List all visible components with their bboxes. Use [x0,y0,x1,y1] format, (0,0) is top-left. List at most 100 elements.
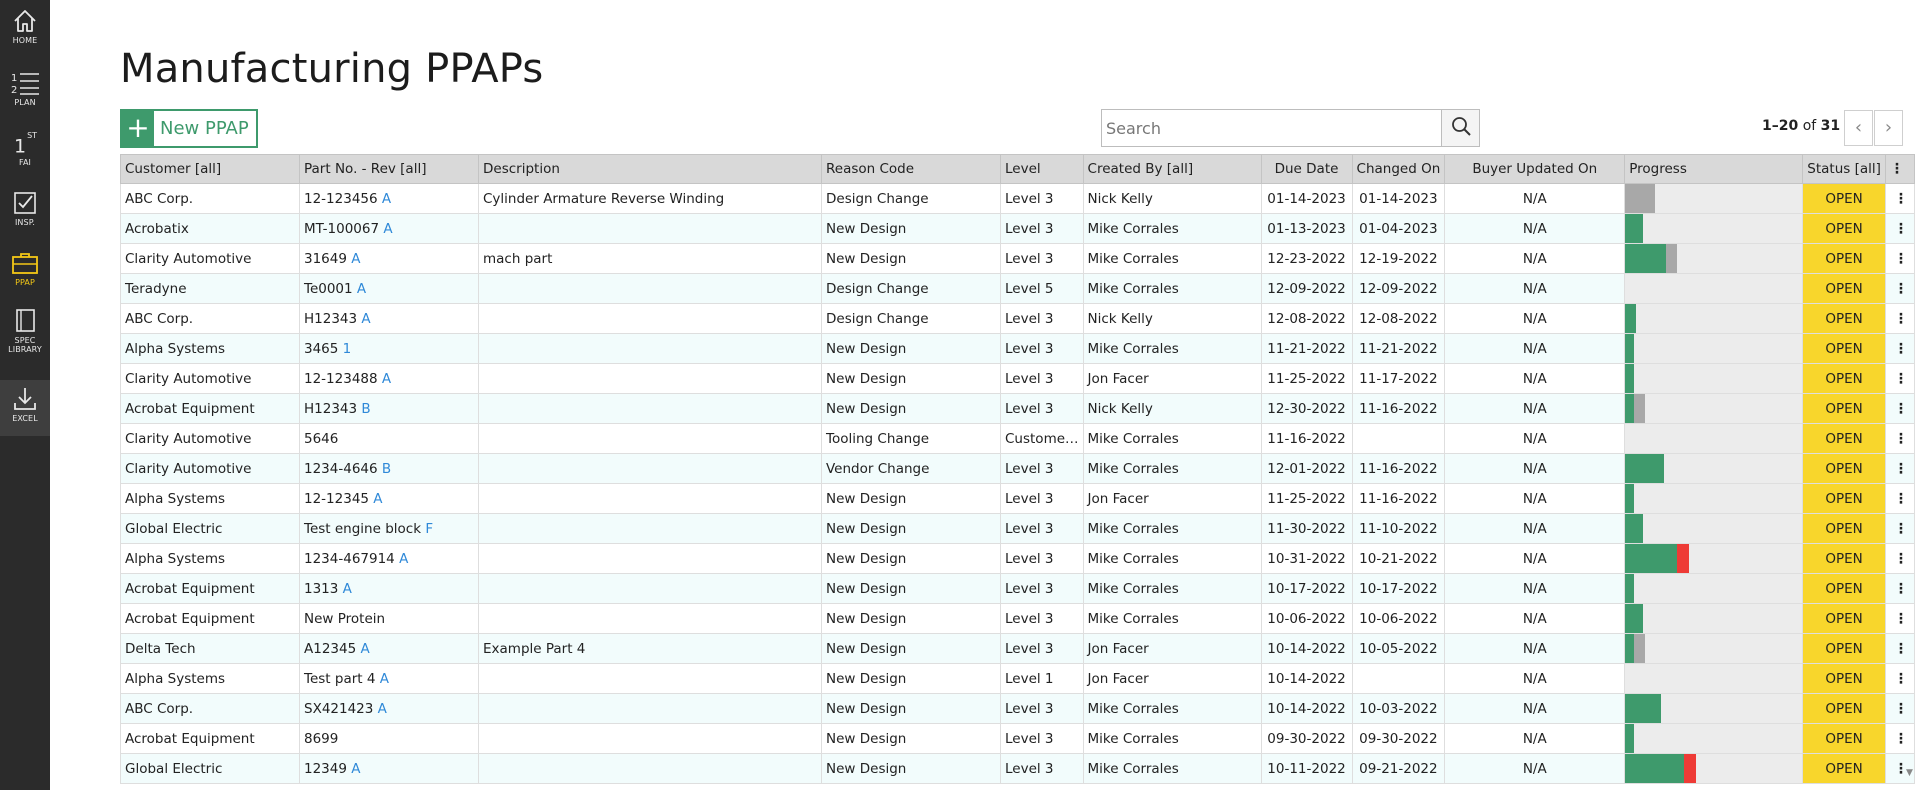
prev-page-button[interactable]: ‹ [1844,110,1873,146]
revision-link[interactable]: A [399,551,408,567]
status-badge[interactable]: OPEN [1802,603,1886,634]
more-options-icon[interactable]: ⋮ [1894,552,1908,566]
revision-link[interactable]: A [382,371,391,387]
table-row[interactable]: Acrobat Equipment H12343 B New Design Level… [120,393,1915,424]
revision-link[interactable]: A [351,761,360,777]
more-options-icon[interactable]: ⋮ [1894,492,1908,506]
table-row[interactable]: ABC Corp. SX421423 A New Design Level 3 Mike… [120,693,1915,724]
revision-link[interactable]: A [360,641,369,657]
next-page-button[interactable]: › [1874,110,1903,146]
table-row[interactable]: Teradyne Te0001 A Design Change Level 5 Mike… [120,273,1915,304]
table-row[interactable]: ABC Corp. 12-123456 A Cylinder Armature Re… [120,183,1915,214]
revision-link[interactable]: A [382,191,391,207]
table-row[interactable]: Acrobatix MT-100067 A New Design Level 3 Mik… [120,213,1915,244]
sidebar-item-ppap[interactable]: PPAP [0,250,50,310]
status-badge[interactable]: OPEN [1802,723,1886,754]
status-badge[interactable]: OPEN [1802,183,1886,214]
column-header-created-by[interactable]: Created By [all] [1082,154,1262,184]
table-row[interactable]: Alpha Systems Test part 4 A New Design Leve… [120,663,1915,694]
status-badge[interactable]: OPEN [1802,753,1886,784]
column-header-progress[interactable]: Progress [1624,154,1804,184]
revision-link[interactable]: A [383,221,392,237]
status-badge[interactable]: OPEN [1802,543,1886,574]
status-badge[interactable]: OPEN [1802,663,1886,694]
table-row[interactable]: Clarity Automotive 31649 Amach part New De… [120,243,1915,274]
sidebar-item-excel[interactable]: EXCEL [0,380,50,436]
more-options-icon[interactable]: ⋮ [1894,732,1908,746]
sidebar-item-home[interactable]: HOME [0,8,50,68]
revision-link[interactable]: A [373,491,382,507]
revision-link[interactable]: A [351,251,360,267]
sidebar-item-spec-library[interactable]: SPEC LIBRARY [0,308,50,372]
table-row[interactable]: ABC Corp. H12343 A Design Change Level 3 Nic… [120,303,1915,334]
revision-link[interactable]: A [361,311,370,327]
search-input[interactable] [1102,110,1441,146]
revision-link[interactable]: 1 [343,341,352,357]
status-badge[interactable]: OPEN [1802,333,1886,364]
column-header-changed-on[interactable]: Changed On [1351,154,1446,184]
column-header-description[interactable]: Description [478,154,822,184]
status-badge[interactable]: OPEN [1802,423,1886,454]
table-row[interactable]: Acrobat Equipment 1313 A New Design Level 3… [120,573,1915,604]
status-badge[interactable]: OPEN [1802,693,1886,724]
revision-link[interactable]: A [378,701,387,717]
more-options-icon[interactable]: ⋮ [1894,582,1908,596]
revision-link[interactable]: A [357,281,366,297]
table-row[interactable]: Acrobat Equipment New Protein New Design Le… [120,603,1915,634]
more-options-icon[interactable]: ⋮ [1894,672,1908,686]
table-row[interactable]: Clarity Automotive 5646 Tooling Change Cust… [120,423,1915,454]
search-button[interactable] [1441,110,1479,146]
more-options-icon[interactable]: ⋮ [1894,342,1908,356]
table-row[interactable]: Clarity Automotive 12-123488 A New Design L… [120,363,1915,394]
more-options-icon[interactable]: ⋮ [1894,312,1908,326]
revision-link[interactable]: B [361,401,370,417]
table-row[interactable]: Alpha Systems 12-12345 A New Design Level 3… [120,483,1915,514]
more-options-icon[interactable]: ⋮ [1894,462,1908,476]
status-badge[interactable]: OPEN [1802,633,1886,664]
revision-link[interactable]: A [343,581,352,597]
more-options-icon[interactable]: ⋮ [1894,282,1908,296]
more-options-icon[interactable]: ⋮ [1894,522,1908,536]
table-row[interactable]: Acrobat Equipment 8699 New Design Level 3 Mi… [120,723,1915,754]
sidebar-item-plan[interactable]: 12 PLAN [0,70,50,130]
status-badge[interactable]: OPEN [1802,363,1886,394]
column-header-status[interactable]: Status [all] [1802,154,1886,184]
sidebar-item-insp[interactable]: INSP. [0,190,50,250]
revision-link[interactable]: A [380,671,389,687]
table-row[interactable]: Alpha Systems 3465 1 New Design Level 3 Mike… [120,333,1915,364]
table-row[interactable]: Global Electric 12349 A New Design Level 3M… [120,753,1915,784]
more-options-icon[interactable]: ⋮ [1894,222,1908,236]
more-options-icon[interactable]: ⋮ [1894,402,1908,416]
more-options-icon[interactable]: ⋮ [1894,192,1908,206]
column-header-customer[interactable]: Customer [all] [120,154,300,184]
table-row[interactable]: Global Electric Test engine block F New De… [120,513,1915,544]
status-badge[interactable]: OPEN [1802,513,1886,544]
revision-link[interactable]: F [425,521,433,537]
column-menu-icon[interactable]: ⋮ [1884,154,1915,184]
status-badge[interactable]: OPEN [1802,453,1886,484]
sidebar-item-fai[interactable]: 1ST FAI [0,130,50,190]
more-options-icon[interactable]: ⋮ [1894,252,1908,266]
column-header-part[interactable]: Part No. - Rev [all] [299,154,479,184]
table-row[interactable]: Delta Tech A12345 A Example Part 4 New Desi… [120,633,1915,664]
more-options-icon[interactable]: ⋮ [1894,612,1908,626]
status-badge[interactable]: OPEN [1802,243,1886,274]
more-options-icon[interactable]: ⋮ [1894,762,1908,776]
status-badge[interactable]: OPEN [1802,273,1886,304]
more-options-icon[interactable]: ⋮ [1894,642,1908,656]
revision-link[interactable]: B [382,461,391,477]
status-badge[interactable]: OPEN [1802,213,1886,244]
column-header-level[interactable]: Level [1000,154,1084,184]
status-badge[interactable]: OPEN [1802,393,1886,424]
status-badge[interactable]: OPEN [1802,573,1886,604]
column-header-buyer-updated[interactable]: Buyer Updated On [1444,154,1626,184]
status-badge[interactable]: OPEN [1802,483,1886,514]
more-options-icon[interactable]: ⋮ [1894,432,1908,446]
scroll-down-icon[interactable]: ▼ [1906,768,1913,778]
table-row[interactable]: Clarity Automotive 1234-4646 B Vendor Chan… [120,453,1915,484]
column-header-reason[interactable]: Reason Code [821,154,1001,184]
more-options-icon[interactable]: ⋮ [1894,702,1908,716]
new-ppap-button[interactable]: + New PPAP [120,109,258,148]
status-badge[interactable]: OPEN [1802,303,1886,334]
column-header-due-date[interactable]: Due Date [1260,154,1353,184]
